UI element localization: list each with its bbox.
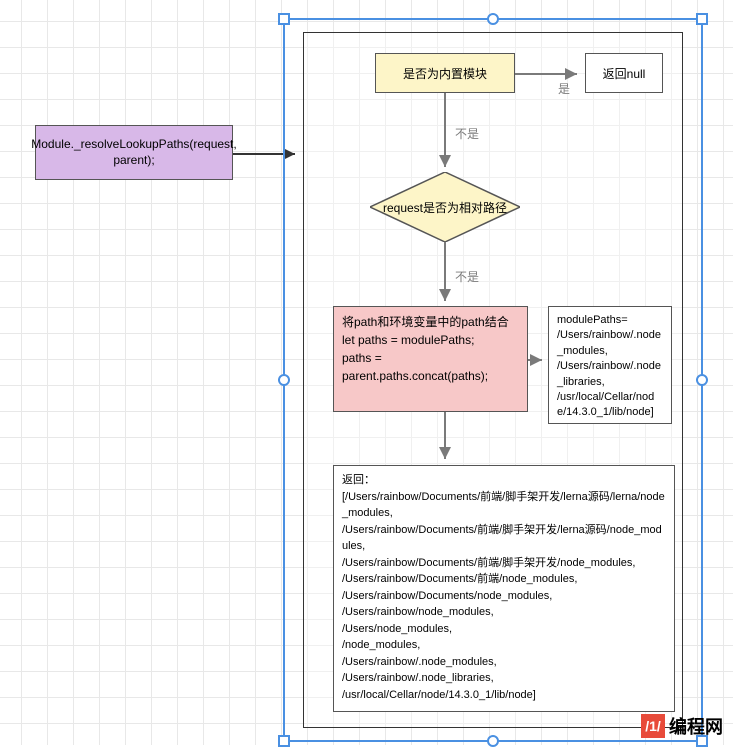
- resize-handle-tl[interactable]: [278, 13, 290, 25]
- watermark: /1/ 编程网: [641, 713, 723, 739]
- edge-handle-bottom[interactable]: [487, 735, 499, 747]
- edge-handle-top[interactable]: [487, 13, 499, 25]
- selection-frame[interactable]: [283, 18, 703, 742]
- watermark-text: 编程网: [669, 713, 723, 739]
- edge-handle-left[interactable]: [278, 374, 290, 386]
- watermark-icon: /1/: [641, 714, 665, 738]
- resize-handle-bl[interactable]: [278, 735, 290, 747]
- entry-text: Module._resolveLookupPaths(request, pare…: [31, 137, 236, 168]
- edge-handle-right[interactable]: [696, 374, 708, 386]
- entry-node[interactable]: Module._resolveLookupPaths(request, pare…: [35, 125, 233, 180]
- resize-handle-tr[interactable]: [696, 13, 708, 25]
